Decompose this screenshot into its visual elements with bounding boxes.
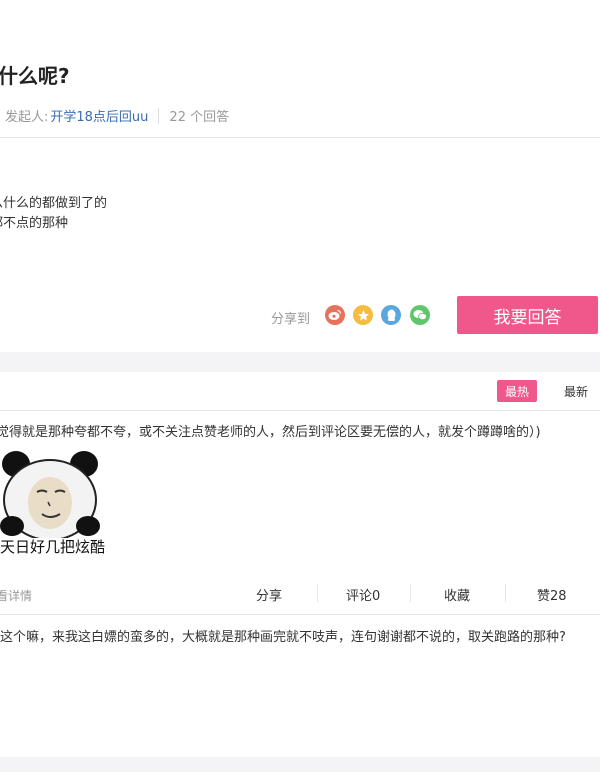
initiator-link[interactable]: 开学18点后回uu [50, 106, 148, 125]
sort-hot-tab[interactable]: 最热 [497, 380, 537, 402]
header-divider [0, 137, 600, 138]
section-gap [0, 352, 600, 372]
meme-caption: 天日好几把炫酷 [0, 538, 106, 556]
question-title: 是什么呢? [0, 64, 70, 88]
sort-divider [0, 410, 600, 411]
share-label: 分享到 [271, 312, 311, 327]
question-body-line: 么什么的都做到了的 [0, 196, 108, 211]
favorite-button[interactable]: 收藏 [444, 585, 470, 604]
answer-divider [0, 614, 600, 615]
initiator-label: 发起人: [5, 110, 49, 125]
view-detail-link[interactable]: 看详情 [0, 587, 32, 604]
weibo-icon[interactable] [325, 305, 345, 325]
comment-button[interactable]: 评论0 [346, 585, 380, 604]
action-separator [505, 584, 506, 602]
like-button[interactable]: 赞28 [537, 585, 567, 604]
sort-new-tab[interactable]: 最新 [564, 383, 588, 400]
question-body-line: 都不点的那种 [0, 216, 69, 231]
answer-button[interactable]: 我要回答 [457, 296, 598, 334]
answer-count: 22 个回答 [169, 110, 230, 125]
action-separator [317, 584, 318, 602]
action-separator [410, 584, 411, 602]
qzone-star-icon[interactable] [353, 305, 373, 325]
qq-icon[interactable] [381, 305, 401, 325]
bottom-gap [0, 757, 600, 772]
wechat-icon[interactable] [410, 305, 430, 325]
share-button[interactable]: 分享 [256, 585, 282, 604]
answer-text: 这个嘛，来我这白嫖的蛮多的，大概就是那种画完就不吱声，连句谢谢都不说的，取关跑路… [0, 630, 566, 645]
question-meta: 发起人: 开学18点后回uu 22 个回答 [5, 106, 229, 125]
meta-separator [158, 107, 160, 124]
answer-text: 觉得就是那种夸都不夸，或不关注点赞老师的人，然后到评论区要无偿的人，就发个蹲蹲啥… [0, 425, 541, 440]
